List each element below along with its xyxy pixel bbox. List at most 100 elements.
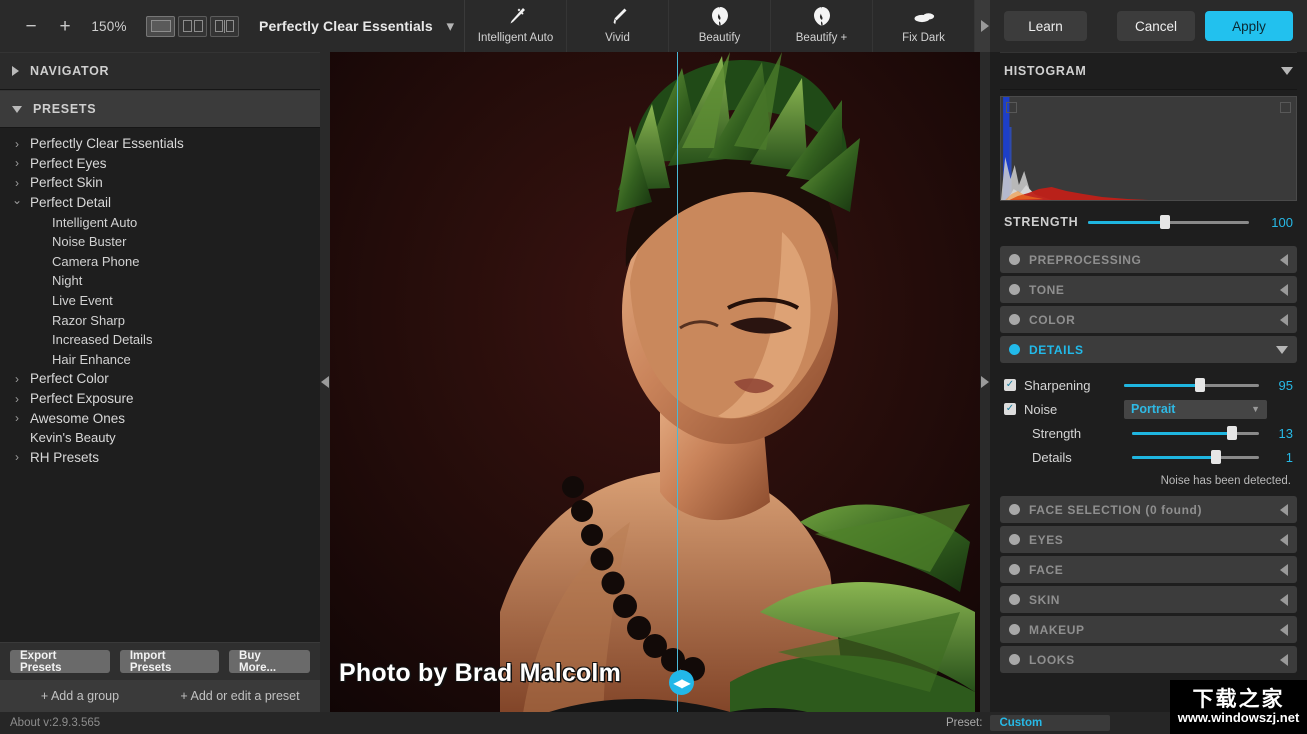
chevron-right-icon[interactable]: › — [12, 138, 22, 150]
strength-slider[interactable] — [1088, 215, 1249, 229]
histogram-header[interactable]: HISTOGRAM — [1000, 52, 1297, 90]
preset-item[interactable]: Night — [0, 271, 320, 291]
preset-item[interactable]: Kevin's Beauty — [0, 428, 320, 448]
tool-strip-scroll-right-button[interactable] — [975, 0, 990, 52]
section-toggle-dot-icon[interactable] — [1009, 594, 1020, 605]
preset-item[interactable]: ›Perfect Color — [0, 369, 320, 389]
image-canvas[interactable]: ◀▶ Photo by Brad Malcolm — [320, 52, 990, 712]
navigator-header[interactable]: NAVIGATOR — [0, 52, 320, 90]
tool-beautify[interactable]: Beautify — [669, 0, 771, 52]
section-face-selection[interactable]: FACE SELECTION (0 found) — [1000, 496, 1297, 523]
about-version-label[interactable]: About v:2.9.3.565 — [0, 717, 100, 729]
chevron-right-icon[interactable]: › — [12, 157, 22, 169]
disclosure-collapsed-icon[interactable] — [1280, 504, 1288, 516]
chevron-right-icon[interactable]: › — [12, 393, 22, 405]
tool-beautify-plus[interactable]: Beautify + — [771, 0, 873, 52]
presets-list[interactable]: ›Perfectly Clear Essentials›Perfect Eyes… — [0, 128, 320, 642]
section-toggle-dot-icon[interactable] — [1009, 284, 1020, 295]
tool-fix-dark[interactable]: Fix Dark — [873, 0, 975, 52]
histogram-chart[interactable] — [1000, 96, 1297, 201]
apply-button[interactable]: Apply — [1205, 11, 1293, 41]
preset-item[interactable]: ›Perfect Eyes — [0, 154, 320, 174]
disclosure-collapsed-icon[interactable] — [1280, 314, 1288, 326]
preset-item[interactable]: ›Perfect Skin — [0, 173, 320, 193]
section-toggle-dot-icon[interactable] — [1009, 624, 1020, 635]
zoom-level-value[interactable]: 150% — [82, 19, 136, 34]
section-details[interactable]: DETAILS — [1000, 336, 1297, 363]
disclosure-expanded-icon[interactable] — [1281, 67, 1293, 75]
disclosure-collapsed-icon[interactable] — [1280, 624, 1288, 636]
zoom-in-button[interactable]: + — [48, 9, 82, 43]
preset-item[interactable]: Live Event — [0, 291, 320, 311]
view-mode-side-by-side-button[interactable] — [178, 16, 207, 37]
view-mode-split-button[interactable] — [210, 16, 239, 37]
sharpening-checkbox[interactable]: ✓ — [1004, 379, 1016, 391]
split-compare-handle-icon[interactable]: ◀▶ — [669, 670, 694, 695]
collapse-left-panel-button[interactable] — [320, 52, 330, 712]
sharpening-slider[interactable] — [1124, 378, 1259, 392]
presets-title: PRESETS — [33, 102, 96, 116]
status-preset-value[interactable]: Custom — [990, 715, 1110, 731]
add-edit-preset-button[interactable]: + Add or edit a preset — [160, 689, 320, 703]
chevron-down-icon[interactable]: ▾ — [446, 19, 454, 34]
section-toggle-dot-icon[interactable] — [1009, 504, 1020, 515]
preset-item[interactable]: Razor Sharp — [0, 310, 320, 330]
chevron-right-icon[interactable]: › — [12, 412, 22, 424]
histogram-shadow-clip-icon[interactable] — [1006, 102, 1017, 113]
preset-item[interactable]: ›Perfect Exposure — [0, 389, 320, 409]
zoom-out-button[interactable]: − — [14, 9, 48, 43]
noise-strength-slider[interactable] — [1132, 426, 1259, 440]
preset-item[interactable]: ›Awesome Ones — [0, 408, 320, 428]
section-face[interactable]: FACE — [1000, 556, 1297, 583]
preset-item[interactable]: Intelligent Auto — [0, 212, 320, 232]
section-toggle-dot-icon[interactable] — [1009, 654, 1020, 665]
section-makeup[interactable]: MAKEUP — [1000, 616, 1297, 643]
cancel-button[interactable]: Cancel — [1117, 11, 1195, 41]
learn-button[interactable]: Learn — [1004, 11, 1087, 41]
view-mode-single-button[interactable] — [146, 16, 175, 37]
section-eyes[interactable]: EYES — [1000, 526, 1297, 553]
section-toggle-dot-icon[interactable] — [1009, 344, 1020, 355]
buy-more-button[interactable]: Buy More... — [229, 650, 310, 673]
import-presets-button[interactable]: Import Presets — [120, 650, 219, 673]
before-after-split-line[interactable] — [677, 52, 678, 712]
tool-intelligent-auto[interactable]: Intelligent Auto — [465, 0, 567, 52]
preset-item[interactable]: Camera Phone — [0, 252, 320, 272]
disclosure-collapsed-icon[interactable] — [1280, 594, 1288, 606]
presets-header[interactable]: PRESETS — [0, 90, 320, 128]
disclosure-collapsed-icon[interactable] — [1280, 654, 1288, 666]
disclosure-expanded-icon[interactable] — [1276, 346, 1288, 354]
section-preprocessing[interactable]: PREPROCESSING — [1000, 246, 1297, 273]
section-skin[interactable]: SKIN — [1000, 586, 1297, 613]
disclosure-collapsed-icon[interactable] — [1280, 564, 1288, 576]
section-toggle-dot-icon[interactable] — [1009, 254, 1020, 265]
chevron-right-icon[interactable]: › — [12, 451, 22, 463]
chevron-right-icon[interactable]: › — [12, 177, 22, 189]
disclosure-collapsed-icon[interactable] — [1280, 284, 1288, 296]
preset-item[interactable]: Hair Enhance — [0, 350, 320, 370]
section-toggle-dot-icon[interactable] — [1009, 314, 1020, 325]
chevron-down-icon[interactable]: ⌄ — [12, 194, 22, 206]
preset-item[interactable]: ›RH Presets — [0, 448, 320, 468]
section-toggle-dot-icon[interactable] — [1009, 564, 1020, 575]
histogram-highlight-clip-icon[interactable] — [1280, 102, 1291, 113]
section-toggle-dot-icon[interactable] — [1009, 534, 1020, 545]
noise-mode-dropdown[interactable]: Portrait ▼ — [1124, 400, 1267, 419]
tool-vivid[interactable]: Vivid — [567, 0, 669, 52]
collapse-right-panel-button[interactable] — [980, 52, 990, 712]
section-color[interactable]: COLOR — [1000, 306, 1297, 333]
disclosure-collapsed-icon[interactable] — [1280, 254, 1288, 266]
noise-checkbox[interactable]: ✓ — [1004, 403, 1016, 415]
preset-item[interactable]: ⌄Perfect Detail — [0, 193, 320, 213]
noise-details-slider[interactable] — [1132, 450, 1259, 464]
preset-item[interactable]: Increased Details — [0, 330, 320, 350]
chevron-right-icon[interactable]: › — [12, 373, 22, 385]
add-group-button[interactable]: + Add a group — [0, 689, 160, 703]
active-preset-selector[interactable]: Perfectly Clear Essentials ▾ — [259, 0, 464, 52]
preset-item[interactable]: Noise Buster — [0, 232, 320, 252]
section-tone[interactable]: TONE — [1000, 276, 1297, 303]
preset-item[interactable]: ›Perfectly Clear Essentials — [0, 134, 320, 154]
section-looks[interactable]: LOOKS — [1000, 646, 1297, 673]
export-presets-button[interactable]: Export Presets — [10, 650, 110, 673]
disclosure-collapsed-icon[interactable] — [1280, 534, 1288, 546]
